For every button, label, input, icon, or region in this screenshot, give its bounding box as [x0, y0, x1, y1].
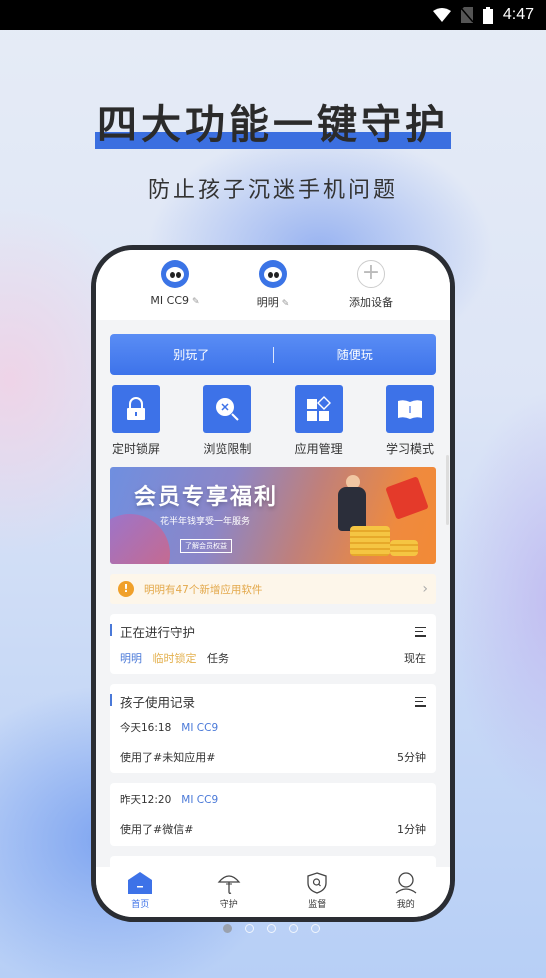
func-study-mode[interactable]: 学习模式	[384, 385, 436, 457]
wifi-icon	[432, 8, 451, 22]
plus-circle-icon: +	[357, 260, 385, 288]
coins-illustration	[350, 526, 390, 556]
tab-home[interactable]: 首页	[110, 872, 170, 910]
red-envelope-illustration	[385, 476, 429, 520]
usage-card[interactable]: 孩子使用记录 今天16:18 MI CC9 使用了#未知应用# 5分钟	[109, 684, 436, 773]
man-illustration	[338, 487, 366, 531]
clock: 4:47	[502, 6, 534, 23]
shield-search-icon	[307, 872, 327, 894]
page-dot[interactable]	[289, 924, 298, 933]
bottom-tab-bar: 首页 守护 监督 我的	[96, 867, 450, 917]
status-bar: 4:47	[0, 0, 546, 30]
guard-card[interactable]: 正在进行守护 明明 临时锁定 任务 现在	[109, 614, 436, 674]
tab-guard[interactable]: 守护	[199, 872, 259, 910]
membership-banner[interactable]: 会员专享福利 花半年钱享受一年服务 了解会员权益	[110, 467, 436, 564]
panda-avatar-icon	[259, 260, 287, 288]
panda-avatar-icon	[161, 260, 189, 288]
function-grid: 定时锁屏 浏览限制 应用管理 学习模式	[110, 385, 436, 457]
device-switcher: MI CC9 ✎ 明明 ✎ + 添加设备	[96, 250, 450, 320]
card-title: 正在进行守护	[109, 622, 195, 641]
usage-record[interactable]: 昨天12:20 MI CC9 使用了#微信# 1分钟	[110, 783, 436, 846]
func-browse-limit[interactable]: 浏览限制	[201, 385, 253, 457]
battery-icon	[482, 6, 493, 24]
membership-benefits-button[interactable]: 了解会员权益	[180, 539, 232, 553]
promo-headline: 四大功能一键守护	[95, 102, 451, 149]
mode-free-button[interactable]: 随便玩	[274, 346, 437, 363]
device-item[interactable]: 明明 ✎	[242, 260, 304, 320]
lock-icon	[127, 397, 145, 420]
umbrella-icon	[217, 875, 241, 894]
phone-mockup: MI CC9 ✎ 明明 ✎ + 添加设备 别玩了 随便玩 定时锁屏 浏览限制 应用管…	[91, 245, 455, 922]
menu-icon[interactable]	[415, 696, 426, 707]
tab-supervise[interactable]: 监督	[287, 872, 347, 910]
coins-illustration	[390, 540, 418, 556]
apps-icon	[306, 396, 331, 421]
menu-icon[interactable]	[415, 626, 426, 637]
tab-mine[interactable]: 我的	[376, 872, 436, 910]
page-dot[interactable]	[311, 924, 320, 933]
mode-stop-button[interactable]: 别玩了	[110, 346, 273, 363]
new-apps-notice[interactable]: ! 明明有47个新增应用软件 ›	[110, 574, 436, 604]
page-dot[interactable]	[267, 924, 276, 933]
page-dot-active[interactable]	[223, 924, 232, 933]
user-icon	[395, 872, 417, 894]
device-item[interactable]: MI CC9 ✎	[144, 260, 206, 320]
add-device-button[interactable]: + 添加设备	[340, 260, 402, 320]
promo-subheadline: 防止孩子沉迷手机问题	[147, 178, 398, 203]
func-app-manage[interactable]: 应用管理	[293, 385, 345, 457]
exclamation-icon: !	[118, 581, 134, 597]
page-indicator	[223, 924, 320, 933]
card-title: 孩子使用记录	[109, 692, 195, 711]
edit-icon[interactable]: ✎	[192, 297, 200, 307]
no-sim-icon	[460, 7, 473, 23]
page-dot[interactable]	[245, 924, 254, 933]
home-icon	[128, 872, 153, 894]
chevron-right-icon: ›	[422, 581, 428, 597]
book-icon	[397, 400, 422, 419]
mode-toggle: 别玩了 随便玩	[110, 334, 436, 375]
func-lock-screen[interactable]: 定时锁屏	[110, 385, 162, 457]
edit-icon[interactable]: ✎	[282, 299, 290, 309]
search-block-icon	[216, 398, 240, 421]
scrollbar[interactable]	[446, 455, 449, 525]
